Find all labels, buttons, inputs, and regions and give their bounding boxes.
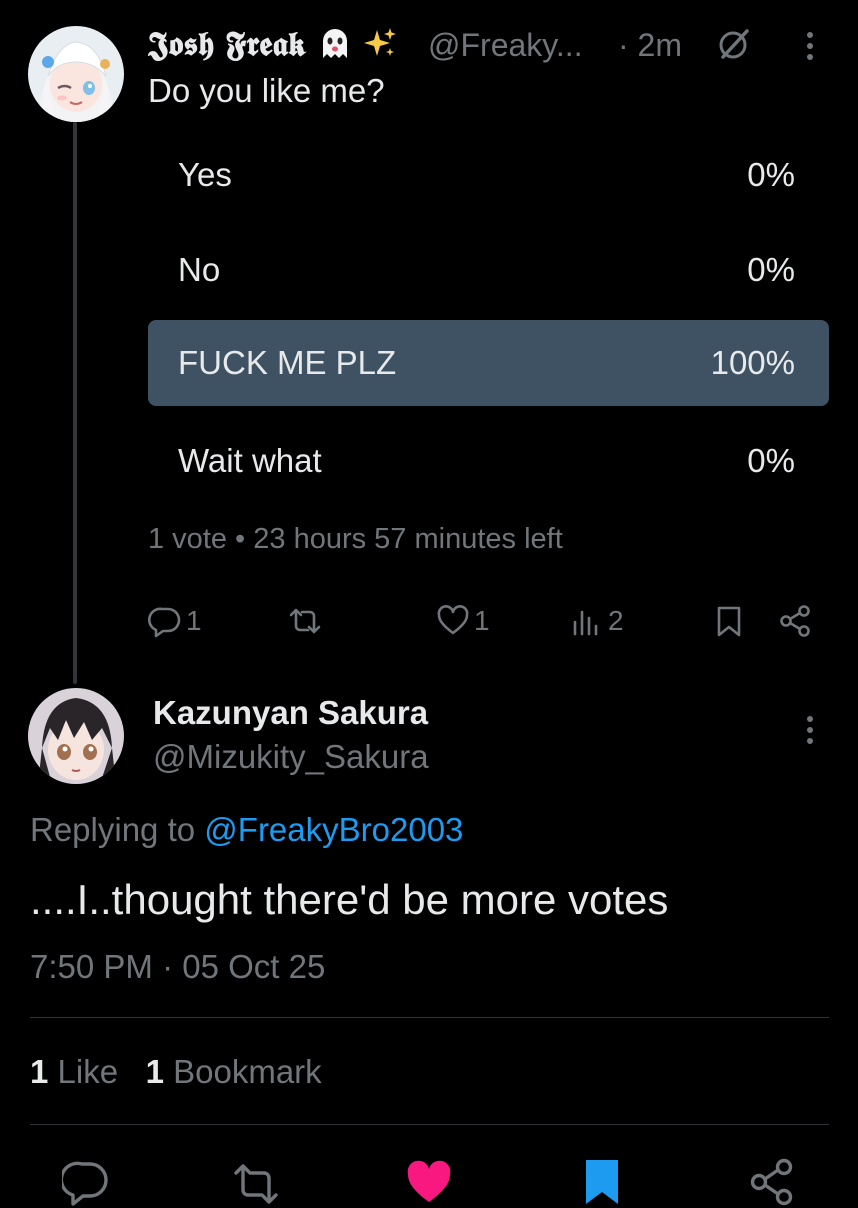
reply-count: 1 [186,605,202,636]
reply-timestamp[interactable]: 7:50 PM · 05 Oct 25 [30,948,325,986]
replying-to-mention-link[interactable]: @FreakyBro2003 [204,811,463,848]
poll-option-no: No 0% [148,227,829,313]
author-name-text: 𝕵𝖔𝖘𝖍 𝕱𝖗𝖊𝖆𝖐 [148,24,307,63]
poll-option-percent: 100% [710,344,795,381]
share-icon[interactable] [748,1158,796,1206]
poll-option-label: Yes [178,156,232,193]
author-avatar[interactable] [28,26,124,122]
sparkles-emoji-icon [364,28,397,56]
reply-icon [148,607,181,638]
bookmarks-stat-link[interactable]: 1 Bookmark [146,1053,322,1090]
share-icon [780,605,810,637]
ghost-emoji-icon [322,29,347,58]
views-bar-chart-icon [573,610,598,636]
poll-option-label: No [178,251,221,288]
reply-button[interactable]: 1 [148,601,202,641]
like-count: 1 [474,605,490,636]
views-count: 2 [608,605,624,636]
heart-outline-icon [437,605,469,635]
poll-option-percent: 0% [747,442,795,479]
poll-meta: 1 vote • 23 hours 57 minutes left [148,523,563,555]
bookmark-outline-icon [717,606,741,637]
thread-line [73,122,77,684]
bookmarks-stat-label: Bookmark [173,1053,322,1090]
views-button[interactable]: 2 [570,601,624,641]
likes-stat-count: 1 [30,1053,49,1090]
engagement-stats: 1 Like 1 Bookmark [30,1053,322,1091]
poll-option-percent: 0% [747,156,795,193]
poll-option-yes: Yes 0% [148,132,829,218]
poll-option-label: FUCK ME PLZ [178,344,397,381]
likes-stat-link[interactable]: 1 Like [30,1053,118,1090]
poll-option-label: Wait what [178,442,322,479]
replying-prefix: Replying to [30,811,196,848]
bookmarks-stat-count: 1 [145,1053,164,1090]
more-options-icon[interactable] [800,28,820,64]
repost-icon [289,608,321,634]
post-text: Do you like me? [148,72,385,109]
likes-stat-label: Like [57,1053,119,1090]
replying-to: Replying to @FreakyBro2003 [30,811,463,849]
share-button[interactable] [778,601,812,641]
reply-more-options-icon[interactable] [800,712,820,748]
like-button[interactable]: 1 [436,601,490,641]
repost-icon[interactable] [232,1160,280,1208]
divider [30,1017,829,1018]
post-time[interactable]: · 2m [618,27,682,64]
author-handle[interactable]: @Freaky... [428,27,583,64]
reply-text: ....I..thought there'd be more votes [30,876,669,923]
poll-option-winner: FUCK ME PLZ 100% [148,320,829,406]
bookmark-button[interactable] [712,601,746,641]
bookmark-filled-icon[interactable] [578,1158,626,1206]
reply-author-avatar[interactable] [28,688,124,784]
grok-icon[interactable] [716,26,752,62]
like-filled-icon[interactable] [405,1158,453,1206]
divider [30,1124,829,1125]
author-name[interactable]: 𝕵𝖔𝖘𝖍 𝕱𝖗𝖊𝖆𝖐 [148,24,397,64]
reply-icon[interactable] [62,1160,110,1208]
reply-author-handle[interactable]: @Mizukity_Sakura [153,738,429,776]
poll-option-wait-what: Wait what 0% [148,418,829,504]
repost-button[interactable] [288,601,326,641]
reply-author-name[interactable]: Kazunyan Sakura [153,694,428,732]
poll-option-percent: 0% [747,251,795,288]
